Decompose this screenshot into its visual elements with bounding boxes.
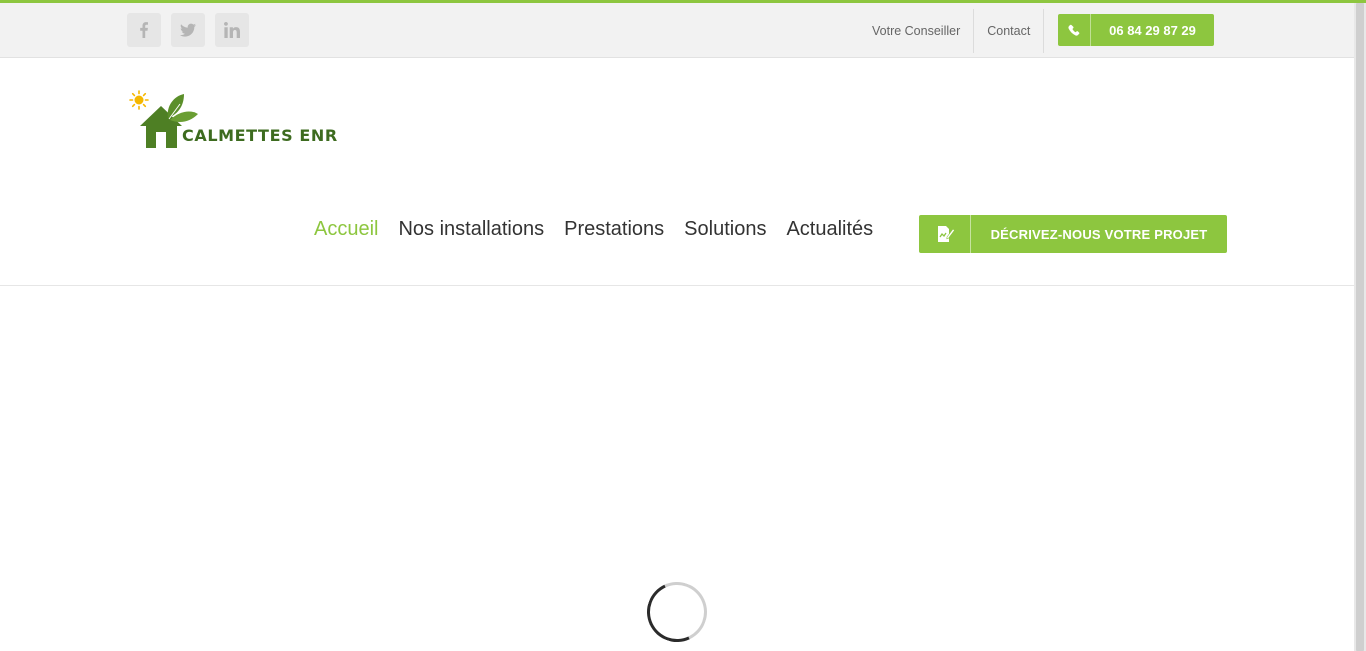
linkedin-link[interactable] [215,13,249,47]
nav-item-nos-installations[interactable]: Nos installations [398,218,544,241]
top-link-votre-conseiller[interactable]: Votre Conseiller [872,8,975,53]
site-header: CALMETTES ENR Accueil Nos installations … [0,58,1354,286]
main-nav: Accueil Nos installations Prestations So… [314,218,893,241]
linkedin-icon [224,22,240,38]
describe-project-label: DÉCRIVEZ-NOUS VOTRE PROJET [990,226,1208,242]
scrollbar-thumb[interactable] [1356,3,1364,651]
nav-item-solutions[interactable]: Solutions [684,218,766,241]
describe-project-button[interactable]: DÉCRIVEZ-NOUS VOTRE PROJET [919,215,1227,253]
nav-item-prestations[interactable]: Prestations [564,218,664,241]
twitter-icon [180,23,196,37]
site-logo[interactable]: CALMETTES ENR [128,88,338,152]
twitter-link[interactable] [171,13,205,47]
document-edit-icon [937,226,955,242]
loading-spinner [638,573,716,651]
facebook-link[interactable] [127,13,161,47]
page-scrollbar[interactable] [1354,3,1366,651]
phone-button[interactable]: 06 84 29 87 29 [1058,14,1214,46]
phone-number: 06 84 29 87 29 [1109,22,1196,38]
nav-item-accueil[interactable]: Accueil [314,218,378,241]
nav-item-actualites[interactable]: Actualités [786,218,873,241]
top-links: Votre Conseiller Contact [872,3,1045,58]
top-bar: Votre Conseiller Contact 06 84 29 87 29 [0,3,1354,58]
facebook-icon [140,22,148,38]
logo-text: CALMETTES ENR [182,126,338,145]
page-content [0,287,1354,651]
phone-icon [1068,24,1080,36]
top-link-contact[interactable]: Contact [974,8,1045,53]
social-links [127,13,249,47]
